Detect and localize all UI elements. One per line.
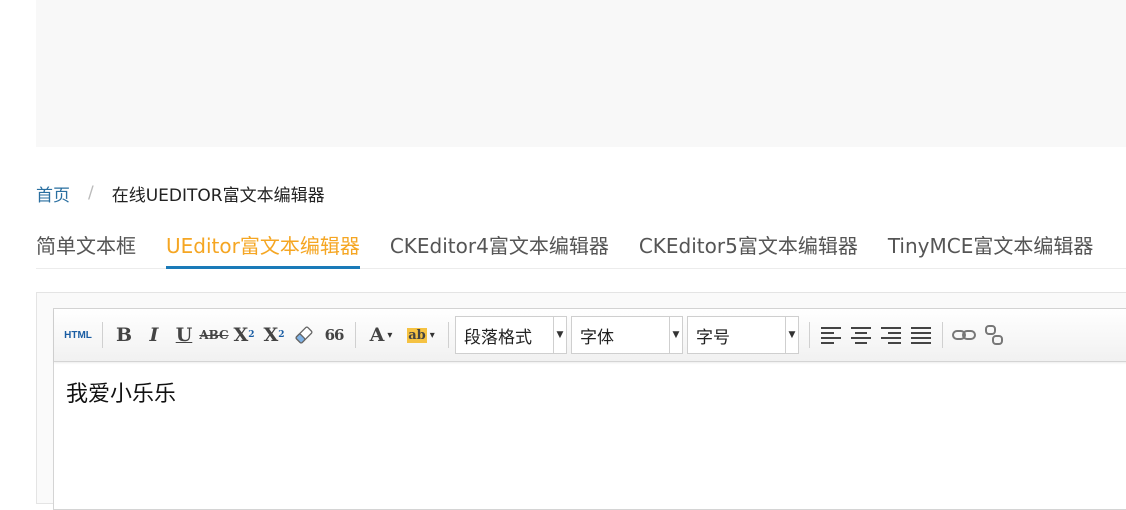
- unlink-button[interactable]: [979, 320, 1009, 350]
- ueditor: HTML B I U ABC X2 X2 66 A ▾ ab ▾ 段落格式 ▼ …: [53, 308, 1126, 510]
- breadcrumb-current: 在线UEDITOR富文本编辑器: [111, 185, 325, 206]
- chevron-down-icon: ▼: [553, 317, 566, 353]
- align-right-button[interactable]: [876, 320, 906, 350]
- chevron-down-icon: ▾: [429, 329, 435, 341]
- font-color-icon: A: [369, 324, 385, 346]
- align-justify-icon: [911, 327, 931, 344]
- font-family-value: 字体: [580, 327, 614, 348]
- breadcrumb-separator: /: [88, 183, 94, 203]
- tab-tinymce[interactable]: TinyMCE富文本编辑器: [888, 222, 1094, 268]
- toolbar-divider: [942, 322, 943, 348]
- underline-button[interactable]: U: [169, 320, 199, 350]
- tab-ckeditor5[interactable]: CKEditor5富文本编辑器: [639, 222, 858, 268]
- highlight-icon: ab: [407, 327, 427, 343]
- align-left-icon: [821, 327, 841, 344]
- align-justify-button[interactable]: [906, 320, 936, 350]
- paragraph-format-select[interactable]: 段落格式 ▼: [455, 316, 567, 354]
- eraser-icon: [295, 326, 313, 344]
- tab-simple-textbox[interactable]: 简单文本框: [36, 222, 136, 268]
- subscript-mark: 2: [278, 330, 285, 340]
- toolbar-divider: [102, 322, 103, 348]
- align-left-button[interactable]: [816, 320, 846, 350]
- chevron-down-icon: ▾: [387, 329, 393, 341]
- subscript-base: X: [263, 324, 279, 346]
- font-size-select[interactable]: 字号 ▼: [687, 316, 799, 354]
- top-banner: [36, 0, 1126, 147]
- editor-tabs: 简单文本框 UEditor富文本编辑器 CKEditor4富文本编辑器 CKEd…: [36, 222, 1126, 269]
- editor-container: HTML B I U ABC X2 X2 66 A ▾ ab ▾ 段落格式 ▼ …: [36, 292, 1126, 510]
- editor-content-area[interactable]: 我爱小乐乐: [54, 362, 1126, 422]
- subscript-button[interactable]: X2: [259, 320, 289, 350]
- insert-link-button[interactable]: [949, 320, 979, 350]
- breadcrumb: 首页 / 在线UEDITOR富文本编辑器: [36, 180, 325, 206]
- editor-toolbar: HTML B I U ABC X2 X2 66 A ▾ ab ▾ 段落格式 ▼ …: [54, 309, 1126, 362]
- font-color-button[interactable]: A ▾: [362, 320, 400, 350]
- paragraph-format-value: 段落格式: [464, 327, 532, 348]
- html-source-button[interactable]: HTML: [60, 320, 96, 350]
- chevron-down-icon: ▼: [785, 317, 798, 353]
- bold-button[interactable]: B: [109, 320, 139, 350]
- superscript-base: X: [233, 324, 249, 346]
- strikethrough-button[interactable]: ABC: [199, 320, 229, 350]
- breadcrumb-home-link[interactable]: 首页: [36, 181, 70, 206]
- tab-ckeditor4[interactable]: CKEditor4富文本编辑器: [390, 222, 609, 268]
- link-icon: [952, 330, 976, 340]
- toolbar-divider: [448, 322, 449, 348]
- toolbar-divider: [355, 322, 356, 348]
- font-family-select[interactable]: 字体 ▼: [571, 316, 683, 354]
- align-center-icon: [851, 327, 871, 344]
- italic-button[interactable]: I: [139, 320, 169, 350]
- toolbar-divider: [809, 322, 810, 348]
- align-center-button[interactable]: [846, 320, 876, 350]
- superscript-button[interactable]: X2: [229, 320, 259, 350]
- chevron-down-icon: ▼: [669, 317, 682, 353]
- align-right-icon: [881, 327, 901, 344]
- superscript-mark: 2: [248, 330, 255, 340]
- blockquote-button[interactable]: 66: [319, 320, 349, 350]
- eraser-button[interactable]: [289, 320, 319, 350]
- tab-ueditor[interactable]: UEditor富文本编辑器: [166, 222, 360, 269]
- unlink-icon: [985, 325, 1003, 345]
- highlight-button[interactable]: ab ▾: [400, 320, 442, 350]
- font-size-value: 字号: [696, 327, 730, 348]
